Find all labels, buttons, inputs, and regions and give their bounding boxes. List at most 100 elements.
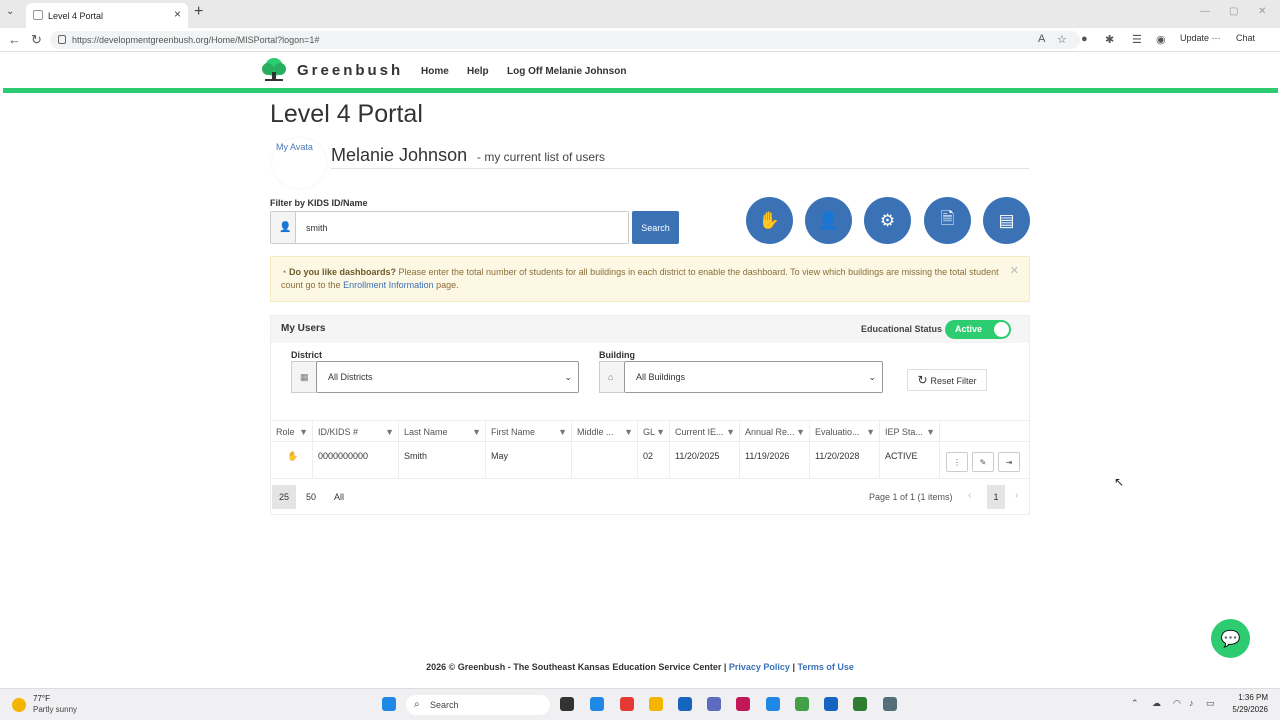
- building-select[interactable]: All Buildings ⌄: [624, 361, 883, 393]
- footer: 2026 © Greenbush - The Southeast Kansas …: [426, 662, 854, 672]
- profile-icon[interactable]: ◉: [1156, 33, 1166, 46]
- table-row[interactable]: ✋ 0000000000 Smith May 02 11/20/2025 11/…: [271, 442, 1029, 479]
- district-select[interactable]: All Districts ⌄: [316, 361, 579, 393]
- nav-logoff-link[interactable]: Log Off Melanie Johnson: [507, 66, 626, 77]
- enrollment-information-link[interactable]: Enrollment Information: [343, 280, 434, 290]
- nav-home-link[interactable]: Home: [421, 66, 449, 77]
- avatar: My Avata: [272, 138, 326, 188]
- current-page[interactable]: 1: [987, 485, 1005, 509]
- teams-icon[interactable]: [707, 697, 721, 711]
- page-size-all[interactable]: All: [327, 485, 351, 509]
- onedrive-icon[interactable]: ☁: [1152, 698, 1161, 709]
- school-icon: ⌂: [608, 372, 614, 382]
- calculator-icon[interactable]: [883, 697, 897, 711]
- excel-icon[interactable]: [853, 697, 867, 711]
- close-window-icon[interactable]: ✕: [1258, 6, 1266, 17]
- educational-status-toggle[interactable]: Active: [945, 320, 1011, 339]
- column-header[interactable]: Last Name ▼: [398, 421, 485, 443]
- greenbush-logo-icon[interactable]: [261, 58, 287, 82]
- refresh-icon[interactable]: ↻: [31, 32, 42, 48]
- cell-middle-name: [571, 442, 637, 479]
- browser-tab[interactable]: Level 4 Portal ×: [26, 3, 188, 28]
- url-text: https://developmentgreenbush.org/Home/MI…: [72, 35, 320, 45]
- minimize-icon[interactable]: —: [1200, 6, 1210, 17]
- nav-help-link[interactable]: Help: [467, 66, 489, 77]
- filter-icon: ▼: [558, 427, 567, 437]
- extension-icon[interactable]: ●: [1081, 33, 1088, 45]
- panel-title: My Users: [281, 323, 326, 334]
- favorite-star-icon[interactable]: ☆: [1057, 33, 1067, 46]
- url-field[interactable]: https://developmentgreenbush.org/Home/MI…: [50, 31, 1080, 49]
- column-header[interactable]: Current IE... ▼: [669, 421, 739, 443]
- search-icon: ⌕: [414, 699, 420, 710]
- column-header[interactable]: Annual Re... ▼: [739, 421, 809, 443]
- clock-date[interactable]: 5/29/2026: [1222, 705, 1268, 714]
- id-card-icon[interactable]: ▤: [983, 197, 1030, 244]
- column-header[interactable]: Middle ... ▼: [571, 421, 637, 443]
- file-explorer-icon[interactable]: [649, 697, 663, 711]
- zoom-icon[interactable]: [766, 697, 780, 711]
- close-tab-icon[interactable]: ×: [174, 7, 181, 21]
- add-user-icon[interactable]: 👤: [805, 197, 852, 244]
- dashboard-icon: ◔: [281, 267, 287, 277]
- column-header[interactable]: ID/KIDS # ▼: [312, 421, 398, 443]
- update-button[interactable]: Update ···: [1180, 33, 1221, 43]
- terms-of-use-link[interactable]: Terms of Use: [798, 662, 854, 672]
- chat-button[interactable]: Chat: [1236, 33, 1255, 43]
- child-icon[interactable]: ✋: [746, 197, 793, 244]
- page-size-50[interactable]: 50: [299, 485, 323, 509]
- tab-list-icon[interactable]: ⌄: [6, 6, 14, 17]
- new-tab-icon[interactable]: +: [194, 3, 203, 21]
- cell-evaluation: 11/20/2028: [809, 442, 879, 479]
- filter-icon: ▼: [926, 427, 935, 437]
- edge-icon[interactable]: [590, 697, 604, 711]
- battery-icon[interactable]: ▭: [1206, 698, 1215, 709]
- more-options-button[interactable]: ⋮: [946, 452, 968, 472]
- taskbar-search[interactable]: ⌕ Search: [406, 695, 550, 715]
- task-view-icon[interactable]: [560, 697, 574, 711]
- filter-icon: ▼: [726, 427, 735, 437]
- filter-icon: ▼: [866, 427, 875, 437]
- volume-icon[interactable]: ♪: [1189, 698, 1194, 708]
- search-button[interactable]: Search: [632, 211, 679, 244]
- column-header[interactable]: Evaluatio... ▼: [809, 421, 879, 443]
- weather-icon[interactable]: [12, 698, 26, 712]
- users-cog-icon[interactable]: ⚙: [864, 197, 911, 244]
- open-record-button[interactable]: ⇥: [998, 452, 1020, 472]
- column-header[interactable]: IEP Sta... ▼: [879, 421, 939, 443]
- header-divider: [3, 88, 1278, 93]
- column-header[interactable]: First Name ▼: [485, 421, 571, 443]
- maximize-icon[interactable]: ▢: [1229, 6, 1238, 17]
- wifi-icon[interactable]: ◠: [1173, 698, 1181, 709]
- chevron-up-icon[interactable]: ⌃: [1131, 698, 1139, 709]
- edit-button[interactable]: ✎: [972, 452, 994, 472]
- browser-tab-bar: ⌄ Level 4 Portal × + — ▢ ✕: [0, 0, 1280, 28]
- column-header[interactable]: Role ▼: [271, 421, 312, 443]
- cell-id: 0000000000: [312, 442, 398, 479]
- user-icon: 👤: [279, 222, 292, 233]
- page-size-25[interactable]: 25: [272, 485, 296, 509]
- app-icon[interactable]: [824, 697, 838, 711]
- app-icon[interactable]: [736, 697, 750, 711]
- settings-icon[interactable]: [678, 697, 692, 711]
- extensions-puzzle-icon[interactable]: ✱: [1105, 33, 1114, 46]
- site-header: Greenbush Home Help Log Off Melanie John…: [0, 53, 1280, 88]
- read-aloud-icon[interactable]: A: [1038, 33, 1045, 45]
- clock-time[interactable]: 1:36 PM: [1232, 693, 1268, 702]
- chat-bubble-icon[interactable]: 💬: [1211, 619, 1250, 658]
- privacy-policy-link[interactable]: Privacy Policy: [729, 662, 790, 672]
- close-alert-icon[interactable]: ✕: [1010, 265, 1019, 278]
- reset-filter-button[interactable]: ↻ Reset Filter: [907, 369, 987, 391]
- filter-search-input[interactable]: [296, 212, 628, 243]
- back-icon[interactable]: ←: [8, 32, 21, 47]
- chrome-icon[interactable]: [795, 697, 809, 711]
- start-icon[interactable]: [382, 697, 396, 711]
- favorites-icon[interactable]: ☰: [1132, 33, 1142, 46]
- document-icon[interactable]: 🗎: [924, 197, 971, 244]
- prev-page-icon[interactable]: ‹: [968, 490, 971, 501]
- cell-grade-level: 02: [637, 442, 669, 479]
- column-header[interactable]: GL ▼: [637, 421, 669, 443]
- educational-status-label: Educational Status: [861, 324, 943, 334]
- app-icon[interactable]: [620, 697, 634, 711]
- next-page-icon[interactable]: ›: [1015, 490, 1018, 501]
